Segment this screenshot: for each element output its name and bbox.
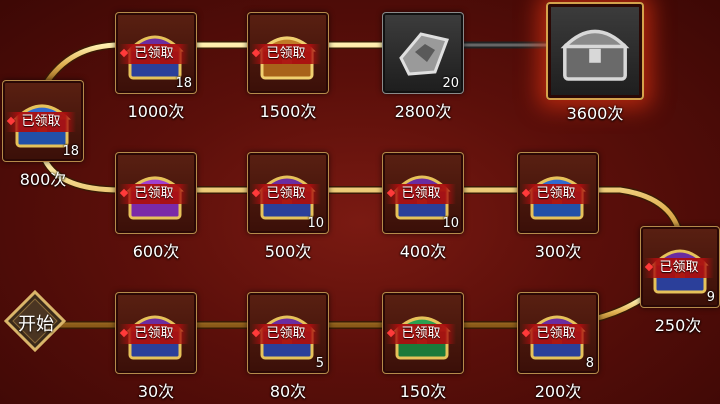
claimed-badge: 已领取 xyxy=(251,44,321,64)
milestone-label: 200次 xyxy=(534,382,582,401)
start-label: 开始 xyxy=(18,314,54,335)
milestone-label: 800次 xyxy=(19,170,67,189)
claimed-badge: 已领取 xyxy=(521,324,591,344)
milestone-label: 400次 xyxy=(399,242,447,261)
milestone-label: 150次 xyxy=(399,382,447,401)
claimed-badge: 已领取 xyxy=(644,258,714,278)
reward-count: 10 xyxy=(442,216,459,231)
claimed-badge: 已领取 xyxy=(521,184,591,204)
reward-node-2800[interactable]: 20 xyxy=(382,12,464,94)
reward-node-3600[interactable] xyxy=(546,2,644,100)
milestone-label: 1500次 xyxy=(259,102,317,121)
reward-node-1500[interactable]: 已领取 xyxy=(247,12,329,94)
reward-node-600[interactable]: 已领取 xyxy=(115,152,197,234)
milestone-label: 500次 xyxy=(264,242,312,261)
reward-count: 18 xyxy=(62,144,79,159)
reward-node-400[interactable]: 已领取 10 xyxy=(382,152,464,234)
reward-node-30[interactable]: 已领取 xyxy=(115,292,197,374)
claimed-badge: 已领取 xyxy=(386,324,456,344)
silver-chest-icon xyxy=(560,29,630,81)
reward-count: 10 xyxy=(307,216,324,231)
reward-node-500[interactable]: 已领取 10 xyxy=(247,152,329,234)
reward-node-200[interactable]: 已领取 8 xyxy=(517,292,599,374)
milestone-label: 600次 xyxy=(132,242,180,261)
reward-node-80[interactable]: 已领取 5 xyxy=(247,292,329,374)
claimed-badge: 已领取 xyxy=(386,184,456,204)
reward-node-800[interactable]: 已领取 18 xyxy=(2,80,84,162)
reward-count: 20 xyxy=(442,76,459,91)
reward-node-150[interactable]: 已领取 xyxy=(382,292,464,374)
claimed-badge: 已领取 xyxy=(119,184,189,204)
milestone-label: 30次 xyxy=(137,382,175,401)
reward-node-1000[interactable]: 已领取 18 xyxy=(115,12,197,94)
milestone-label: 300次 xyxy=(534,242,582,261)
claimed-badge: 已领取 xyxy=(251,184,321,204)
reward-count: 5 xyxy=(315,356,324,371)
reward-node-300[interactable]: 已领取 xyxy=(517,152,599,234)
claimed-badge: 已领取 xyxy=(119,44,189,64)
reward-count: 9 xyxy=(706,290,715,305)
claimed-badge: 已领取 xyxy=(251,324,321,344)
reward-count: 18 xyxy=(175,76,192,91)
silver-token-icon xyxy=(399,32,450,76)
milestone-label: 250次 xyxy=(654,316,702,335)
claimed-badge: 已领取 xyxy=(119,324,189,344)
claimed-badge: 已领取 xyxy=(6,112,76,132)
milestone-label: 3600次 xyxy=(566,104,624,123)
milestone-label: 2800次 xyxy=(394,102,452,121)
milestone-label: 80次 xyxy=(269,382,307,401)
milestone-label: 1000次 xyxy=(127,102,185,121)
reward-count: 8 xyxy=(585,356,594,371)
reward-node-250[interactable]: 已领取 9 xyxy=(640,226,720,308)
